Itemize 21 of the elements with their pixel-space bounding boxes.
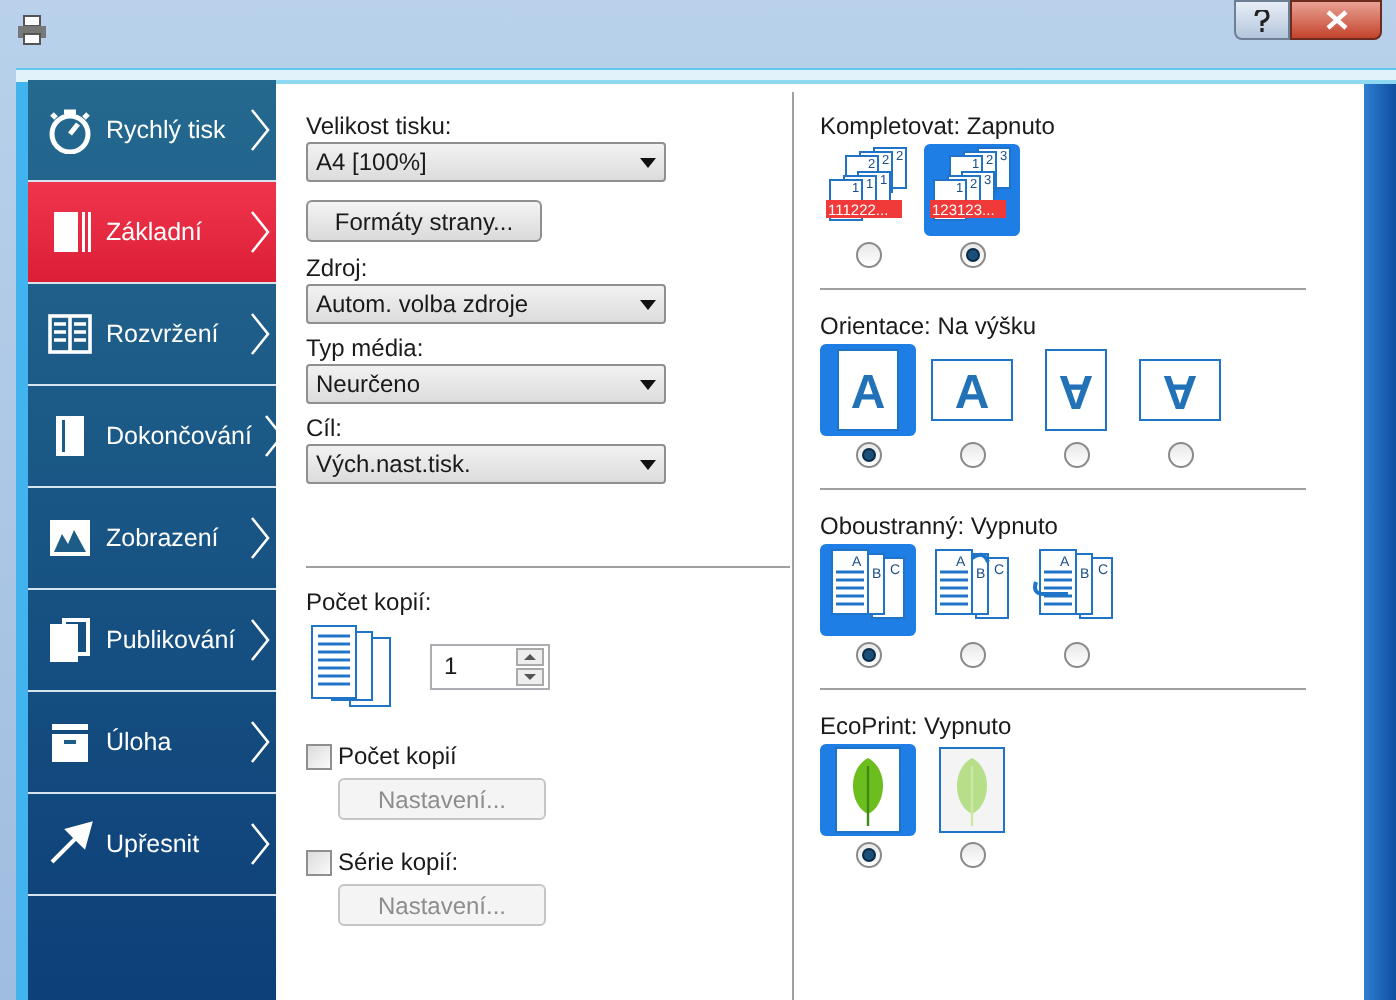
section-label: Orientace: Na výšku — [820, 310, 1039, 342]
sidebar-item[interactable]: Publikování — [28, 590, 276, 692]
dropdown[interactable]: Neurčeno — [306, 364, 666, 404]
dropdown[interactable]: A4 [100%] — [306, 142, 666, 182]
page-formats-button[interactable]: Formáty strany... — [306, 200, 542, 242]
checkbox-label: Počet kopií — [338, 740, 457, 774]
field-label: Velikost tisku: — [306, 110, 454, 142]
copies-label: Počet kopií: — [306, 586, 434, 618]
field-label: Cíl: — [306, 412, 344, 444]
sidebar-item[interactable]: Úloha — [28, 692, 276, 794]
dropdown[interactable]: Vých.nast.tisk. — [306, 444, 666, 484]
dropdown[interactable]: Autom. volba zdroje — [306, 284, 666, 324]
section-label: EcoPrint: Vypnuto — [820, 710, 1014, 742]
checkbox-label: Série kopií: — [338, 846, 459, 880]
field-label: Zdroj: — [306, 252, 370, 284]
section-label: Kompletovat: Zapnuto — [820, 110, 1057, 142]
field-label: Typ média: — [306, 332, 426, 364]
sidebar-item[interactable]: Zobrazení — [28, 488, 276, 590]
copies-spinner[interactable]: 1 — [430, 643, 550, 689]
sidebar-item[interactable]: Základní — [28, 182, 276, 284]
section-label: Oboustranný: Vypnuto — [820, 510, 1060, 542]
